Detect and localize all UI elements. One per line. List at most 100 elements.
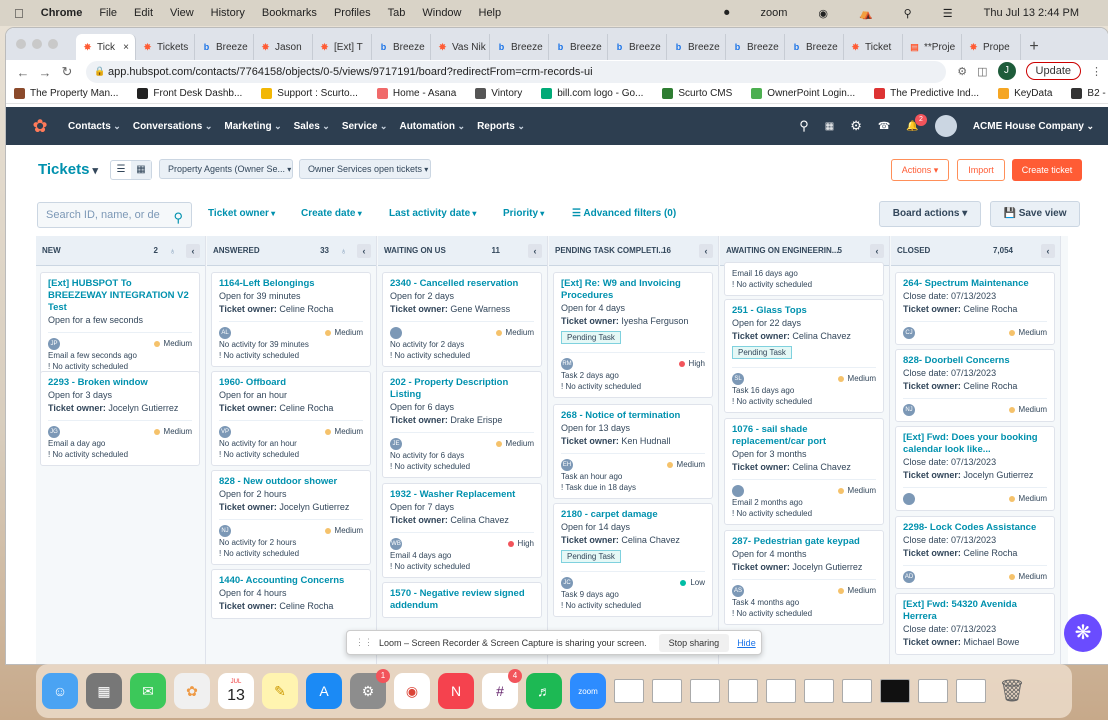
menu-view[interactable]: View	[170, 7, 194, 19]
ticket-title-link[interactable]: [Ext] Fwd: 54320 Avenida Herrera	[903, 599, 1047, 623]
reload-button[interactable]: ↻	[56, 64, 78, 80]
hubspot-logo-icon[interactable]: ✿	[22, 116, 58, 137]
collapse-column-icon[interactable]: ‹	[699, 244, 713, 258]
browser-tab[interactable]: b Breeze	[549, 34, 608, 60]
collapse-column-icon[interactable]: ‹	[1041, 244, 1055, 258]
messages-icon[interactable]: ✉	[130, 673, 166, 709]
menu-bookmarks[interactable]: Bookmarks	[262, 7, 317, 19]
owner-avatar[interactable]	[390, 326, 402, 339]
ticket-owner-filter[interactable]: Ticket owner	[208, 208, 275, 219]
window-controls[interactable]	[16, 39, 58, 49]
finder-icon[interactable]: ☺	[42, 673, 78, 709]
browser-tab[interactable]: ✸ Jason	[254, 34, 313, 60]
ticket-title-link[interactable]: [Ext] Re: W9 and Invoicing Procedures	[561, 278, 705, 302]
menu-profiles[interactable]: Profiles	[334, 7, 371, 19]
launchpad-icon[interactable]: ▦	[86, 673, 122, 709]
nav-conversations[interactable]: Conversations	[133, 121, 213, 132]
collapse-column-icon[interactable]: ‹	[186, 244, 200, 258]
browser-tab[interactable]: ✸ Prope	[962, 34, 1021, 60]
board-actions-button[interactable]: Board actions ▾	[879, 201, 981, 227]
window-thumbnail[interactable]	[728, 679, 758, 703]
ticket-title-link[interactable]: 2298- Lock Codes Assistance	[903, 522, 1047, 534]
stop-sharing-button[interactable]: Stop sharing	[658, 633, 730, 652]
update-button[interactable]: Update	[1025, 62, 1081, 80]
browser-tab[interactable]: b Breeze	[195, 34, 254, 60]
column-header[interactable]: WAITING ON US 11 ‹	[378, 236, 547, 266]
bookmark-item[interactable]: The Property Man...	[14, 88, 118, 99]
owner-avatar[interactable]: RM	[561, 357, 573, 370]
ticket-card[interactable]: 1570 - Negative review signed addendum	[382, 582, 542, 618]
import-button[interactable]: Import	[957, 159, 1005, 181]
ticket-card[interactable]: 1960- Offboard Open for an hour Ticket own…	[211, 371, 371, 466]
owner-avatar[interactable]: JP	[48, 337, 60, 350]
ticket-card[interactable]: Email 16 days ago! No activity scheduled	[724, 262, 884, 296]
address-bar[interactable]: 🔒 app.hubspot.com/contacts/7764158/objec…	[86, 61, 946, 83]
window-thumbnail[interactable]	[766, 679, 796, 703]
ticket-title-link[interactable]: 828 - New outdoor shower	[219, 476, 363, 488]
window-thumbnail[interactable]	[918, 679, 948, 703]
zoom-status-label[interactable]: zoom	[760, 7, 787, 19]
ticket-title-link[interactable]: 2293 - Broken window	[48, 377, 192, 389]
owner-avatar[interactable]: JC	[561, 576, 573, 589]
bookmark-item[interactable]: The Predictive Ind...	[874, 88, 979, 99]
nav-service[interactable]: Service	[342, 121, 388, 132]
control-center-icon[interactable]: ☰	[943, 7, 953, 20]
column-automation-icon[interactable]: ♁	[340, 236, 347, 266]
ticket-title-link[interactable]: 264- Spectrum Maintenance	[903, 278, 1047, 290]
record-icon[interactable]: ◉	[818, 7, 828, 20]
owner-avatar[interactable]: EH	[561, 458, 573, 471]
menu-file[interactable]: File	[99, 7, 117, 19]
ticket-card[interactable]: [Ext] Re: W9 and Invoicing Procedures Ope…	[553, 272, 713, 398]
chrome-menu-icon[interactable]: ⋮	[1091, 65, 1102, 78]
ticket-title-link[interactable]: 1164-Left Belongings	[219, 278, 363, 290]
owner-avatar[interactable]: AL	[219, 326, 231, 339]
zoom-app-icon[interactable]: zoom	[570, 673, 606, 709]
ticket-card[interactable]: [Ext] HUBSPOT To BREEZEWAY INTEGRATION V…	[40, 272, 200, 378]
menu-app-name[interactable]: Chrome	[41, 7, 83, 19]
browser-tab[interactable]: b Breeze	[785, 34, 844, 60]
ticket-card[interactable]: 828 - New outdoor shower Open for 2 hours…	[211, 470, 371, 565]
ticket-card[interactable]: [Ext] Fwd: 54320 Avenida Herrera Close da…	[895, 593, 1055, 655]
ticket-title-link[interactable]: 2340 - Cancelled reservation	[390, 278, 534, 290]
owner-avatar[interactable]: CJ	[903, 326, 915, 339]
browser-tab[interactable]: b Breeze	[490, 34, 549, 60]
collapse-column-icon[interactable]: ‹	[870, 244, 884, 258]
loom-status-icon[interactable]: ⏺	[724, 7, 730, 20]
bookmark-item[interactable]: Home - Asana	[376, 88, 456, 99]
calendar-icon[interactable]: JUL 13	[218, 673, 254, 709]
nav-sales[interactable]: Sales	[294, 121, 330, 132]
account-avatar[interactable]	[934, 115, 957, 137]
ticket-card[interactable]: 268 - Notice of termination Open for 13 d…	[553, 404, 713, 499]
window-thumbnail[interactable]	[956, 679, 986, 703]
ticket-card[interactable]: 828- Doorbell Concerns Close date: 07/13/…	[895, 349, 1055, 422]
owner-avatar[interactable]: WB	[390, 537, 402, 550]
window-thumbnail[interactable]	[804, 679, 834, 703]
notes-icon[interactable]: ✎	[262, 673, 298, 709]
marketplace-icon[interactable]: ▦	[825, 121, 834, 132]
slack-icon[interactable]: #4	[482, 669, 522, 709]
ticket-card[interactable]: 202 - Property Description Listing Open f…	[382, 371, 542, 478]
tab-active[interactable]: ✸ Tick ×	[76, 34, 136, 60]
close-tab-icon[interactable]: ×	[123, 42, 129, 53]
owner-avatar[interactable]: AD	[903, 570, 915, 583]
ticket-title-link[interactable]: 287- Pedestrian gate keypad	[732, 536, 876, 548]
nav-reports[interactable]: Reports	[477, 121, 525, 132]
ticket-card[interactable]: 1932 - Washer Replacement Open for 7 days…	[382, 483, 542, 578]
collapse-column-icon[interactable]: ‹	[357, 244, 371, 258]
browser-tab[interactable]: ✸ Tickets	[136, 34, 195, 60]
window-thumbnail[interactable]	[614, 679, 644, 703]
owner-avatar[interactable]	[903, 492, 915, 505]
bookmark-item[interactable]: OwnerPoint Login...	[751, 88, 855, 99]
priority-filter[interactable]: Priority	[503, 208, 544, 219]
search-icon[interactable]: ⚲	[173, 206, 183, 230]
menu-help[interactable]: Help	[479, 7, 502, 19]
column-header[interactable]: NEW 2 ♁ ‹	[36, 236, 205, 266]
ticket-title-link[interactable]: 251 - Glass Tops	[732, 305, 876, 317]
system-settings-icon[interactable]: ⚙ 1	[350, 669, 390, 709]
nav-marketing[interactable]: Marketing	[224, 121, 281, 132]
window-thumbnail[interactable]	[690, 679, 720, 703]
owner-avatar[interactable]: VP	[219, 425, 231, 438]
bookmark-item[interactable]: Support : Scurto...	[261, 88, 358, 99]
ticket-card[interactable]: [Ext] Fwd: Does your booking calendar lo…	[895, 426, 1055, 511]
photos-icon[interactable]: ✿	[174, 673, 210, 709]
